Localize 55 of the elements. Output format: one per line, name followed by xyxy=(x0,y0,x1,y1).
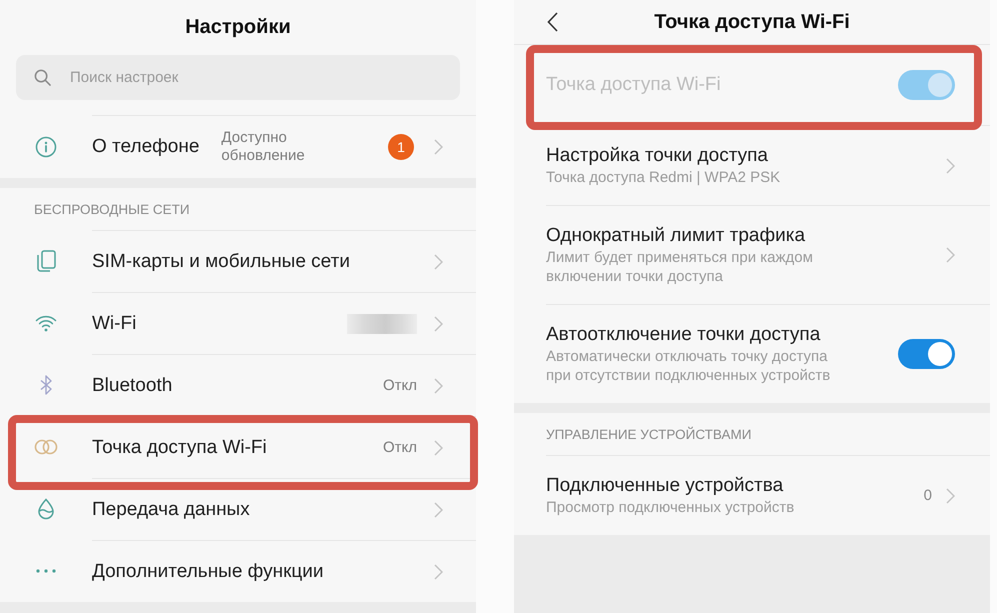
cards-icon xyxy=(35,250,57,272)
chevron-icon xyxy=(946,158,955,174)
item-label: Wi-Fi xyxy=(92,312,136,334)
linked-rings-icon xyxy=(34,439,58,455)
settings-item[interactable]: Автоотключение точки доступа Автоматически отключать точку доступа при отсутствии подключенных устройств xyxy=(514,304,990,403)
option-description: Автоматически отключать точку доступа при отсутствии подключенных устройств xyxy=(546,347,830,385)
settings-item[interactable]: Настройка точки доступа Точка доступа Redmi | WPA2 PSK xyxy=(514,125,990,205)
settings-item[interactable]: Подключенные устройства Просмотр подключенных устройств 0 xyxy=(514,455,990,535)
settings-item[interactable]: О телефоне Доступно обновление 1 xyxy=(0,115,476,178)
droplet-icon xyxy=(37,498,55,520)
item-value: Доступно обновление xyxy=(221,129,305,165)
settings-item[interactable]: Bluetooth Откл xyxy=(0,354,476,416)
chevron-icon xyxy=(434,440,443,456)
item-label: Дополнительные функции xyxy=(92,560,324,582)
option-title: Точка доступа Wi-Fi xyxy=(546,73,721,97)
chevron-icon xyxy=(434,502,443,518)
chevron-icon xyxy=(434,564,443,580)
item-label: Передача данных xyxy=(92,498,250,520)
toggle-switch[interactable] xyxy=(898,339,955,369)
chevron-icon xyxy=(434,254,443,270)
info-icon xyxy=(35,136,57,158)
wifi-icon xyxy=(35,314,57,332)
chevron-icon xyxy=(434,139,443,155)
item-label: Bluetooth xyxy=(92,374,172,396)
settings-item[interactable]: SIM-карты и мобильные сети xyxy=(0,230,476,292)
search-icon xyxy=(34,69,51,86)
option-description: Точка доступа Redmi | WPA2 PSK xyxy=(546,168,780,187)
item-label: О телефоне xyxy=(92,136,200,158)
section-header: УПРАВЛЕНИЕ УСТРОЙСТВАМИ xyxy=(514,413,990,455)
chevron-icon xyxy=(434,316,443,332)
option-value: 0 xyxy=(924,487,932,504)
settings-item[interactable]: Однократный лимит трафика Лимит будет применяться при каждом включении точки доступа xyxy=(514,205,990,304)
chevron-icon xyxy=(434,378,443,394)
item-value: Откл xyxy=(382,438,417,456)
screen-title: Точка доступа Wi-Fi xyxy=(654,10,850,34)
option-description: Просмотр подключенных устройств xyxy=(546,498,794,517)
bluetooth-icon xyxy=(39,374,53,396)
item-value: Откл xyxy=(382,376,417,394)
back-icon[interactable] xyxy=(547,12,558,32)
option-title: Настройка точки доступа xyxy=(546,144,768,168)
option-title: Подключенные устройства xyxy=(546,474,784,498)
option-title: Автоотключение точки доступа xyxy=(546,323,820,347)
settings-item[interactable]: Wi-Fi xyxy=(0,292,476,354)
option-description: Лимит будет применяться при каждом включении точки доступа xyxy=(546,248,813,286)
section-header: БЕСПРОВОДНЫЕ СЕТИ xyxy=(0,188,476,230)
chevron-icon xyxy=(946,488,955,504)
search-field[interactable]: Поиск настроек xyxy=(16,55,460,100)
chevron-icon xyxy=(946,247,955,263)
item-label: SIM-карты и мобильные сети xyxy=(92,250,350,272)
option-title: Однократный лимит трафика xyxy=(546,224,806,248)
screen-title: Настройки xyxy=(185,16,291,39)
dots-icon xyxy=(36,569,56,573)
settings-item[interactable]: Дополнительные функции xyxy=(0,540,476,602)
item-label: Точка доступа Wi-Fi xyxy=(92,436,267,458)
notification-badge: 1 xyxy=(388,134,414,160)
